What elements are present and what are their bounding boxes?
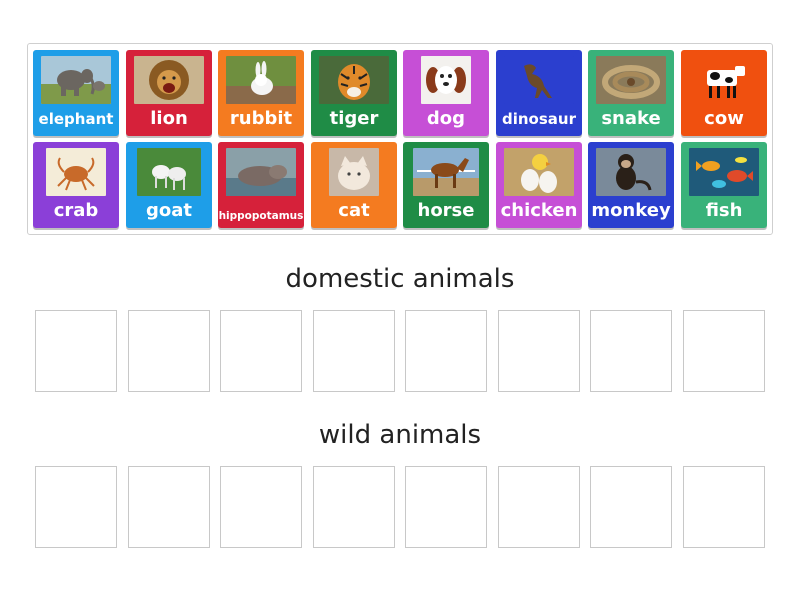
tile-horse[interactable]: horse <box>403 142 489 228</box>
dog-image-icon <box>421 56 471 104</box>
drop-slot-wild[interactable] <box>35 466 117 548</box>
drop-slot-wild[interactable] <box>128 466 210 548</box>
tile-label: lion <box>150 108 188 129</box>
drop-slot-wild[interactable] <box>683 466 765 548</box>
rabbit-image-icon <box>226 56 296 104</box>
tile-label: fish <box>705 200 743 221</box>
monkey-image-icon <box>596 148 666 196</box>
tile-label: hippopotamus <box>218 210 304 222</box>
elephant-image-icon <box>41 56 111 104</box>
drop-slot-domestic[interactable] <box>498 310 580 392</box>
tile-label: monkey <box>591 200 671 221</box>
tile-tray: elephant lion rubbit tiger dog dinosaur <box>27 43 773 235</box>
cow-image-icon <box>689 56 759 104</box>
drop-slot-domestic[interactable] <box>590 310 672 392</box>
dinosaur-image-icon <box>504 56 574 104</box>
tile-label: cat <box>338 200 370 221</box>
drop-slot-domestic[interactable] <box>313 310 395 392</box>
tile-label: cow <box>704 108 744 129</box>
fish-image-icon <box>689 148 759 196</box>
horse-image-icon <box>413 148 479 196</box>
tile-label: horse <box>417 200 475 221</box>
tile-snake[interactable]: snake <box>588 50 674 136</box>
tile-crab[interactable]: crab <box>33 142 119 228</box>
tile-cow[interactable]: cow <box>681 50 767 136</box>
tile-dinosaur[interactable]: dinosaur <box>496 50 582 136</box>
goat-image-icon <box>137 148 201 196</box>
drop-slot-wild[interactable] <box>498 466 580 548</box>
tile-label: elephant <box>38 110 114 128</box>
tile-label: dog <box>426 108 466 129</box>
tile-lion[interactable]: lion <box>126 50 212 136</box>
drop-slot-wild[interactable] <box>220 466 302 548</box>
crab-image-icon <box>46 148 106 196</box>
group-heading-domestic: domestic animals <box>285 264 515 294</box>
drop-slot-domestic[interactable] <box>128 310 210 392</box>
tile-elephant[interactable]: elephant <box>33 50 119 136</box>
tile-rubbit[interactable]: rubbit <box>218 50 304 136</box>
chicken-image-icon <box>504 148 574 196</box>
group-heading-wild: wild animals <box>318 420 482 450</box>
tile-label: tiger <box>329 108 379 129</box>
drop-slot-domestic[interactable] <box>405 310 487 392</box>
tile-label: goat <box>145 200 192 221</box>
tile-fish[interactable]: fish <box>681 142 767 228</box>
tile-label: chicken <box>500 200 578 221</box>
drop-slot-domestic[interactable] <box>220 310 302 392</box>
cat-image-icon <box>329 148 379 196</box>
tile-hippopotamus[interactable]: hippopotamus <box>218 142 304 228</box>
tile-dog[interactable]: dog <box>403 50 489 136</box>
tile-goat[interactable]: goat <box>126 142 212 228</box>
drop-slot-wild[interactable] <box>405 466 487 548</box>
tile-label: rubbit <box>229 108 293 129</box>
tiger-image-icon <box>319 56 389 104</box>
tile-label: crab <box>53 200 99 221</box>
tile-label: dinosaur <box>502 110 576 128</box>
tile-tiger[interactable]: tiger <box>311 50 397 136</box>
tile-cat[interactable]: cat <box>311 142 397 228</box>
drop-slot-domestic[interactable] <box>35 310 117 392</box>
hippopotamus-image-icon <box>226 148 296 196</box>
drop-slot-domestic[interactable] <box>683 310 765 392</box>
tile-monkey[interactable]: monkey <box>588 142 674 228</box>
snake-image-icon <box>596 56 666 104</box>
tile-label: snake <box>601 108 661 129</box>
tile-chicken[interactable]: chicken <box>496 142 582 228</box>
drop-slot-wild[interactable] <box>313 466 395 548</box>
lion-image-icon <box>134 56 204 104</box>
drop-slot-wild[interactable] <box>590 466 672 548</box>
